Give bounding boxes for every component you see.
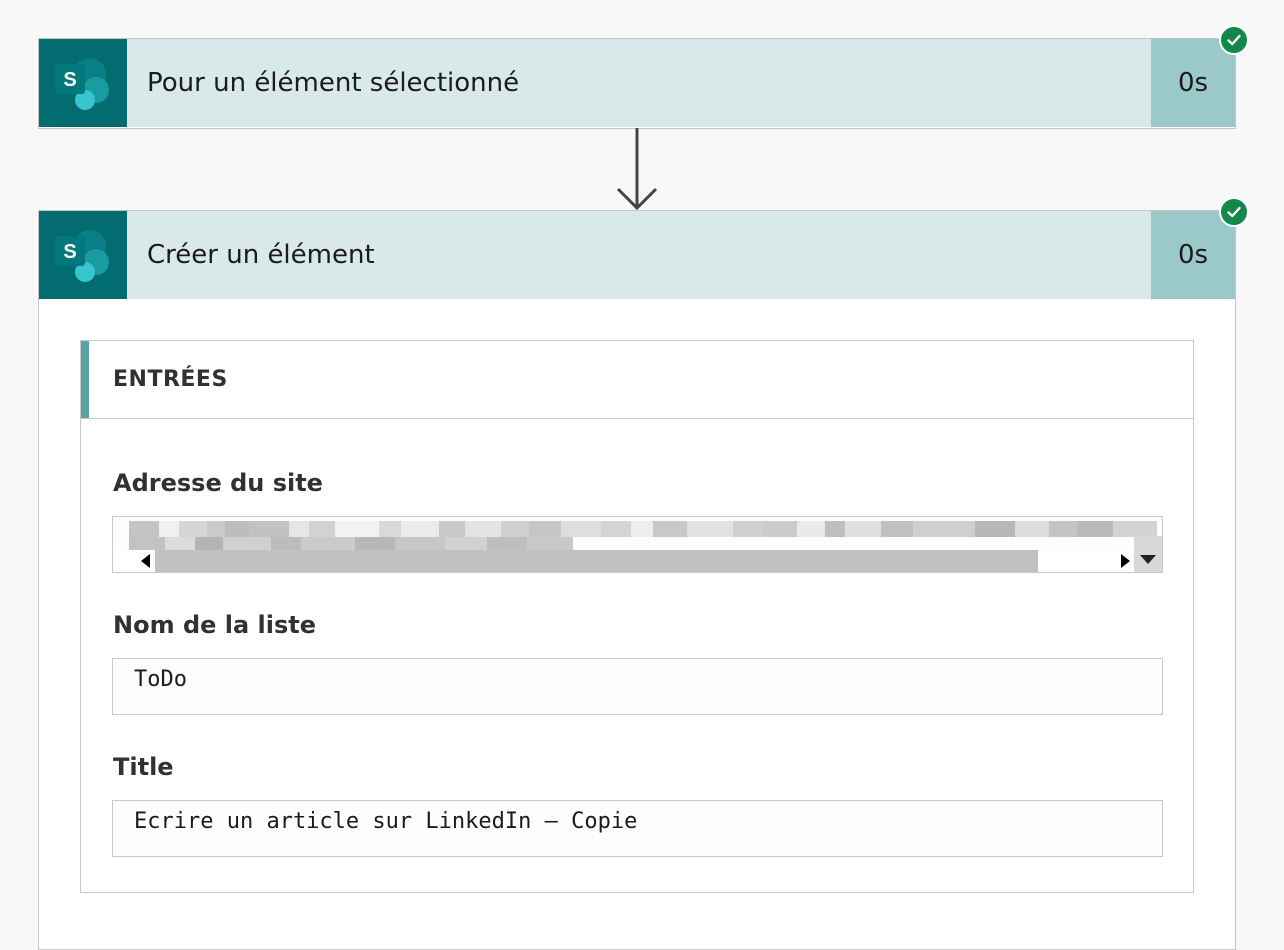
- step-header[interactable]: S Créer un élément 0s: [39, 211, 1235, 299]
- scroll-left-arrow-icon[interactable]: [141, 554, 150, 568]
- step-title: Pour un élément sélectionné: [147, 68, 520, 98]
- list-name-label: Nom de la liste: [113, 611, 317, 639]
- step-header[interactable]: S Pour un élément sélectionné 0s: [39, 39, 1235, 127]
- step-card-create-item[interactable]: S Créer un élément 0s ENTRÉES Adresse du…: [38, 197, 1249, 950]
- success-check-icon: [1219, 197, 1249, 227]
- arrow-down-icon: [616, 128, 658, 211]
- scroll-right-arrow-icon[interactable]: [1121, 554, 1130, 568]
- horizontal-scrollbar[interactable]: [113, 550, 1134, 572]
- step-duration: 0s: [1151, 211, 1235, 299]
- svg-text:S: S: [63, 69, 76, 91]
- scrollbar-thumb[interactable]: [155, 550, 1038, 572]
- step-card-trigger[interactable]: S Pour un élément sélectionné 0s: [38, 25, 1249, 129]
- inputs-panel: ENTRÉES Adresse du site Nom de la liste …: [80, 340, 1194, 893]
- site-address-label: Adresse du site: [113, 469, 323, 497]
- success-check-icon: [1219, 25, 1249, 55]
- scroll-down-arrow-icon[interactable]: [1134, 536, 1162, 572]
- step-duration: 0s: [1151, 39, 1235, 127]
- svg-text:S: S: [63, 241, 76, 263]
- sharepoint-icon: S: [39, 39, 127, 127]
- list-name-field[interactable]: ToDo: [112, 658, 1163, 715]
- step-title: Créer un élément: [147, 240, 375, 270]
- redacted-value: [129, 521, 1162, 553]
- sharepoint-icon: S: [39, 211, 127, 299]
- site-address-field[interactable]: [112, 516, 1163, 573]
- title-label: Title: [113, 753, 174, 781]
- inputs-heading: ENTRÉES: [81, 341, 1193, 419]
- title-field[interactable]: Ecrire un article sur LinkedIn – Copie: [112, 800, 1163, 857]
